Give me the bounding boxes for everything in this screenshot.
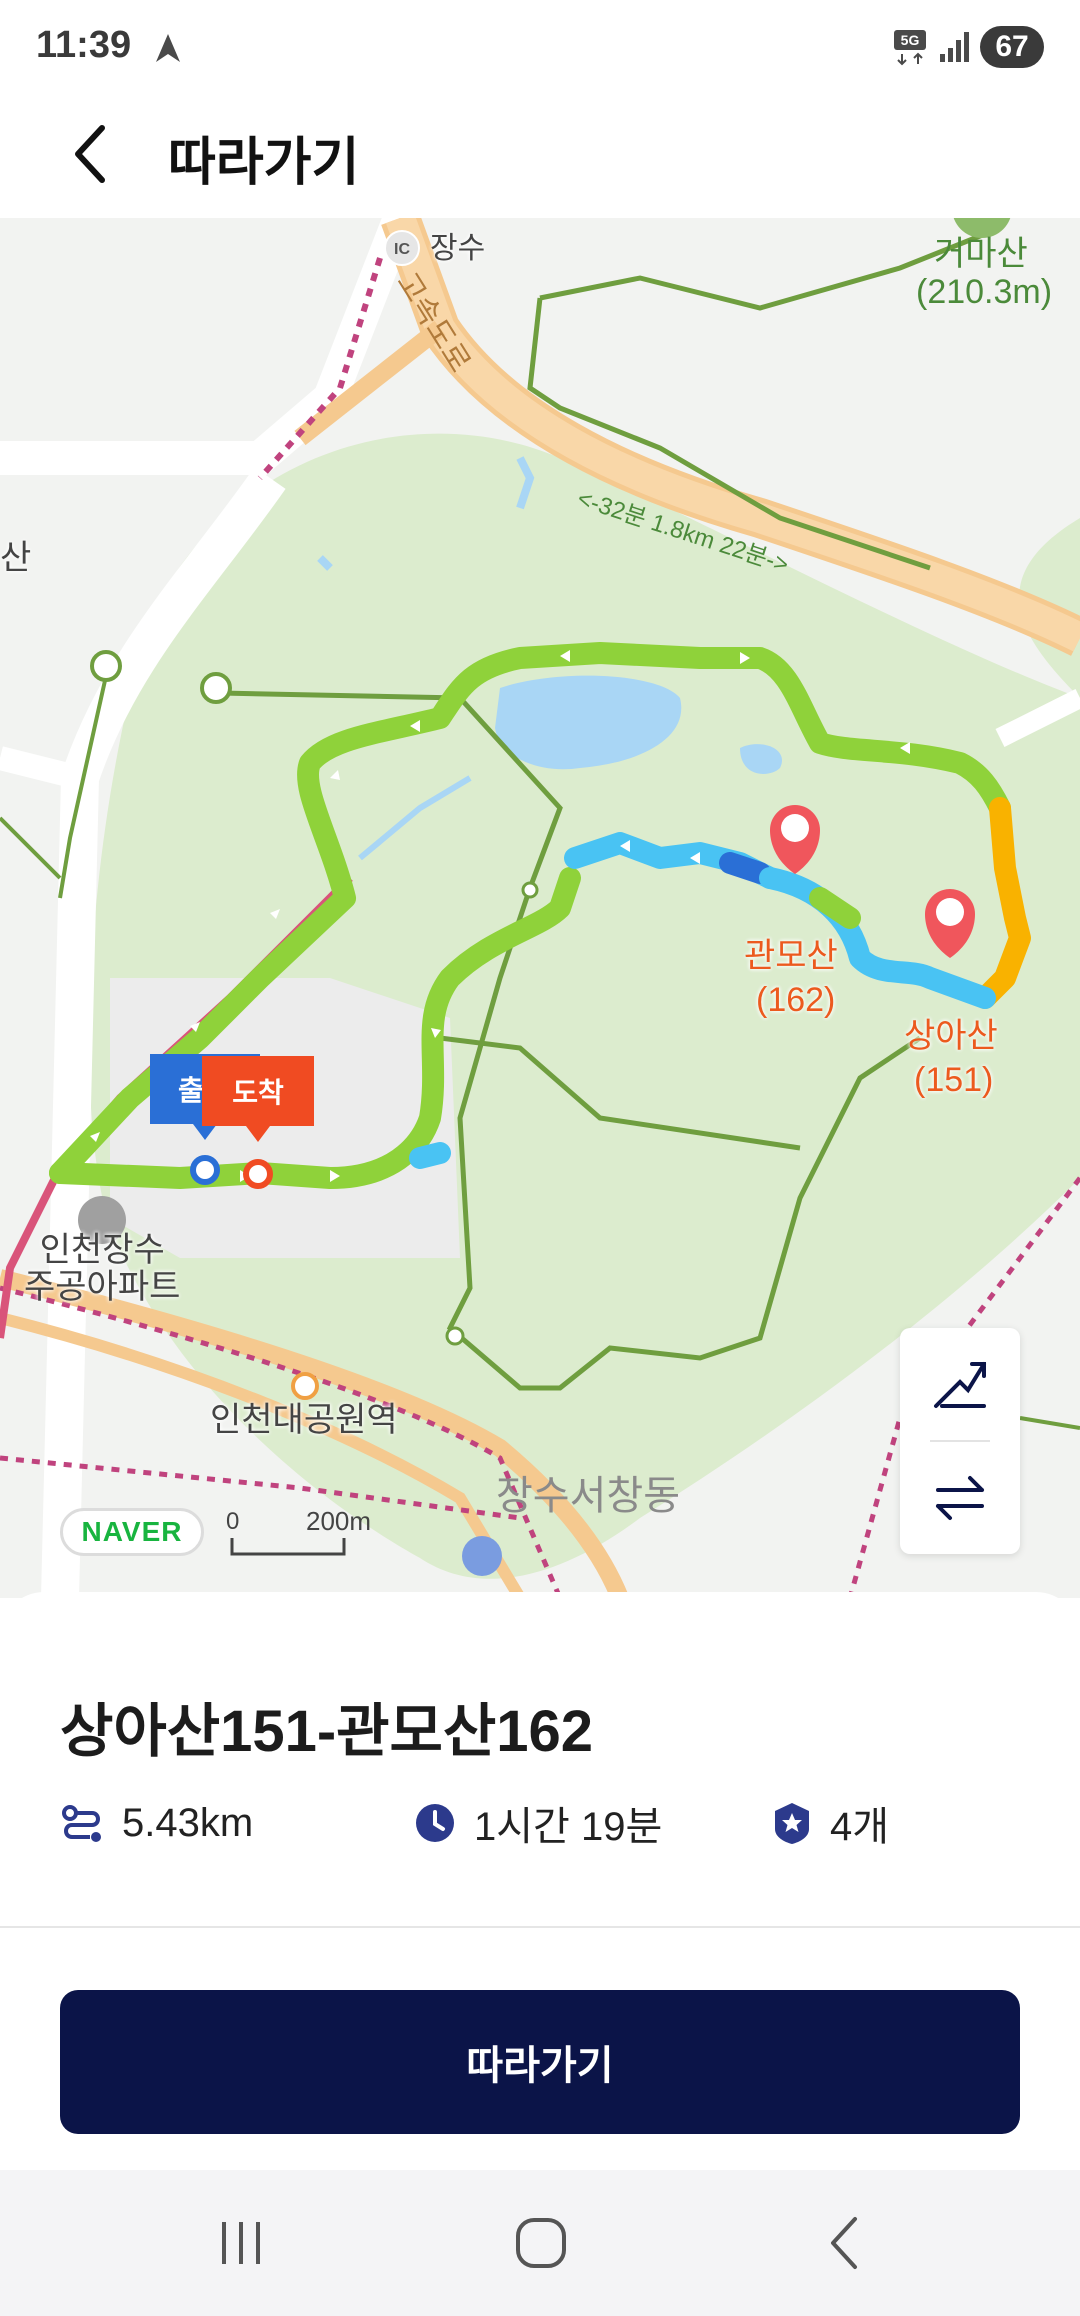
back-button[interactable] [60,112,120,196]
battery-indicator: 67 [980,26,1044,68]
network-type: 5G [901,32,920,48]
edge-area-label: 산 [0,539,32,577]
swap-direction-icon [936,1476,984,1520]
swap-direction-button[interactable] [900,1442,1020,1554]
route-map[interactable]: 거마산 (210.3m) IC 장수 고속도로 산 <-32분 1.8km 22… [0,218,1080,1598]
summit-2-name: 상아산 [904,1017,998,1055]
back-arrow-icon [75,125,105,183]
recent-apps-button[interactable] [196,2200,286,2286]
ic-badge: IC [384,230,420,266]
duration-value: 1시간 19분 [474,1805,663,1849]
course-info-sheet: 상아산151-관모산162 5.43km 1시간 19분 4개 따라가기 [0,1592,1080,2170]
summit-1-name: 관모산 [744,937,838,975]
elevation-icon [934,1362,986,1408]
status-time: 11:39 [36,24,132,66]
summit-count-value: 4개 [830,1805,890,1849]
ic-name-label: 장수 [430,232,486,265]
follow-route-button[interactable]: 따라가기 [60,1990,1020,2134]
sheet-divider [0,1926,1080,1928]
system-navigation-bar [0,2170,1080,2316]
summit-count-stat: 4개 [772,1798,889,1849]
scale-zero: 0 [226,1508,240,1535]
clock-icon [416,1804,454,1842]
map-controls [900,1328,1020,1554]
app-header: 따라가기 [0,92,1080,218]
signal-icon [940,32,969,62]
page-title: 따라가기 [168,134,360,192]
summit-1-height: (162) [756,981,836,1019]
network-5g-icon: 5G [894,30,926,66]
peak-height-label: (210.3m) [916,273,1053,311]
apartment-label: 인천장수 주공아파트 [24,1231,181,1307]
system-back-icon [831,2217,857,2269]
home-button[interactable] [496,2200,586,2286]
summit-badge-icon [775,1803,809,1844]
home-icon [516,2218,566,2268]
navigation-arrow-icon [156,34,180,62]
district-label: 장수서창동 [496,1474,680,1518]
station-label: 인천대공원역 [210,1401,398,1439]
end-marker-label: 도착 [232,1077,284,1108]
end-marker-tail [246,1126,270,1142]
system-back-button[interactable] [800,2200,890,2286]
course-title: 상아산151-관모산162 [60,1699,594,1764]
recent-apps-icon [222,2222,260,2264]
duration-stat: 1시간 19분 [414,1798,662,1849]
summit-2-height: (151) [914,1061,994,1099]
end-marker[interactable]: 도착 [202,1056,314,1126]
scale-distance: 200m [306,1506,372,1536]
start-marker-tail [193,1124,217,1140]
distance-stat: 5.43km [60,1798,253,1848]
route-distance-icon [62,1805,101,1842]
peak-name-label: 거마산 [934,235,1028,273]
naver-logo: NAVER [60,1508,204,1556]
elevation-toggle-button[interactable] [900,1328,1020,1440]
status-bar: 11:39 5G 67 [0,0,1080,92]
distance-value: 5.43km [122,1800,254,1845]
